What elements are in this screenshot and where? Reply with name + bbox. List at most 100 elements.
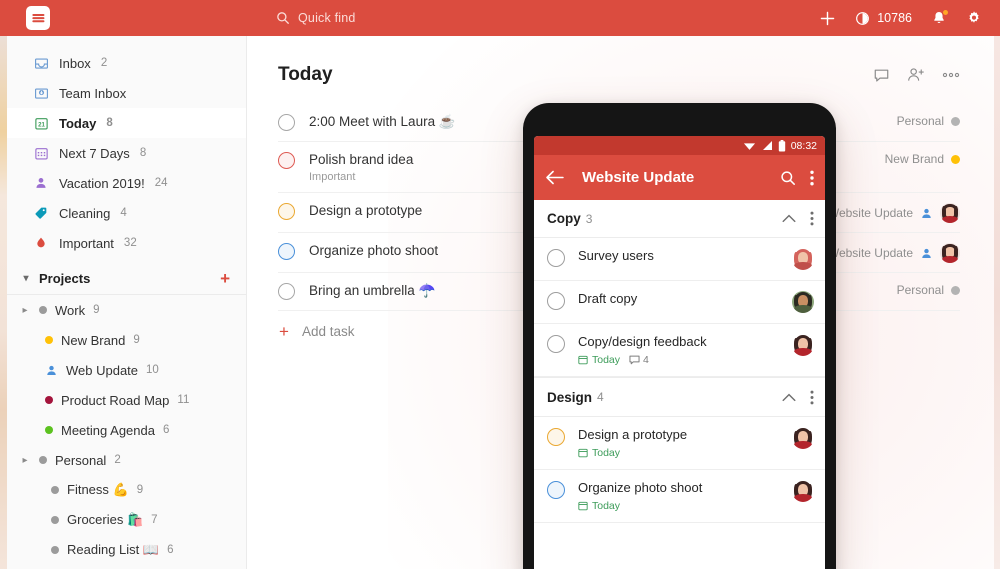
task-checkbox[interactable]: [547, 249, 565, 267]
chevron-down-icon[interactable]: ▾: [19, 273, 33, 284]
sidebar-item-inbox[interactable]: Inbox 2: [7, 48, 246, 78]
section-count: 4: [597, 390, 604, 404]
wifi-icon: [743, 140, 756, 151]
list-item[interactable]: Copy/design feedback Today 4: [534, 324, 825, 377]
project-label: New Brand: [61, 332, 126, 348]
todoist-logo-icon[interactable]: [26, 6, 50, 30]
sidebar-item-next-7-days[interactable]: Next 7 Days 8: [7, 138, 246, 168]
task-checkbox[interactable]: [547, 292, 565, 310]
phone-section-header-copy[interactable]: Copy 3: [534, 200, 825, 238]
search-icon: [276, 11, 290, 25]
project-label: Personal: [55, 452, 107, 468]
project-label: Web Update: [66, 362, 139, 378]
bell-icon[interactable]: [931, 9, 949, 26]
task-checkbox[interactable]: [547, 481, 565, 499]
karma-points: 10786: [877, 11, 912, 25]
task-checkbox[interactable]: [547, 428, 565, 446]
task-checkbox[interactable]: [278, 152, 295, 169]
sidebar-project-meeting-agenda[interactable]: Meeting Agenda 6: [7, 415, 246, 445]
avatar[interactable]: [792, 291, 814, 313]
avatar[interactable]: [940, 203, 960, 223]
top-bar: Quick find 10786: [0, 0, 1000, 36]
project-label: Product Road Map: [61, 392, 170, 408]
avatar[interactable]: [792, 427, 814, 449]
sidebar-item-team-inbox[interactable]: Team Inbox: [7, 78, 246, 108]
project-color-dot: [51, 546, 59, 554]
list-item[interactable]: Design a prototype Today: [534, 417, 825, 470]
list-item[interactable]: Organize photo shoot Today: [534, 470, 825, 523]
avatar[interactable]: [792, 248, 814, 270]
chevron-right-icon[interactable]: ▸: [19, 455, 31, 466]
task-checkbox[interactable]: [278, 203, 295, 220]
add-project-button[interactable]: +: [220, 270, 230, 287]
back-arrow-icon[interactable]: [545, 170, 564, 185]
comment-icon[interactable]: [873, 67, 890, 84]
overflow-menu-icon[interactable]: [810, 211, 814, 226]
notification-badge: [942, 9, 949, 16]
project-color-dot: [45, 396, 53, 404]
sidebar-item-important[interactable]: Important 32: [7, 228, 246, 258]
avatar[interactable]: [792, 334, 814, 356]
sidebar-project-work[interactable]: ▸ Work 9: [7, 295, 246, 325]
sidebar-project-new-brand[interactable]: New Brand 9: [7, 325, 246, 355]
sidebar-project-reading-list[interactable]: Reading List 📖 6: [7, 535, 246, 565]
plus-icon[interactable]: [819, 10, 836, 27]
projects-label: Projects: [39, 271, 91, 286]
sidebar-project-personal[interactable]: ▸ Personal 2: [7, 445, 246, 475]
sidebar-item-count: 24: [154, 177, 168, 189]
task-checkbox[interactable]: [278, 283, 295, 300]
overflow-menu-icon[interactable]: [810, 170, 814, 186]
sidebar-item-today[interactable]: 21 Today 8: [7, 108, 246, 138]
project-count: 9: [136, 484, 144, 496]
karma-counter[interactable]: 10786: [855, 11, 912, 26]
project-color-dot: [45, 426, 53, 434]
add-person-icon[interactable]: [907, 66, 925, 84]
task-project-label[interactable]: Personal: [897, 283, 944, 297]
task-checkbox[interactable]: [278, 243, 295, 260]
search-icon[interactable]: [780, 170, 796, 186]
task-checkbox[interactable]: [547, 335, 565, 353]
avatar[interactable]: [940, 243, 960, 263]
list-item[interactable]: Draft copy: [534, 281, 825, 324]
more-options-icon[interactable]: [942, 72, 960, 78]
section-count: 3: [585, 211, 593, 226]
avatar[interactable]: [792, 480, 814, 502]
projects-section-header[interactable]: ▾ Projects +: [7, 263, 246, 295]
task-meta: Personal: [897, 113, 960, 128]
sidebar-item-vacation[interactable]: Vacation 2019! 24: [7, 168, 246, 198]
list-item[interactable]: Survey users: [534, 238, 825, 281]
page-left-edge-decoration: [0, 36, 7, 569]
plus-icon: +: [279, 322, 289, 341]
sidebar-project-groceries[interactable]: Groceries 🛍️ 7: [7, 505, 246, 535]
project-label: Work: [55, 302, 86, 318]
task-comment-count: 4: [629, 354, 649, 366]
task-project-label[interactable]: Website Update: [828, 246, 913, 260]
phone-app-bar: Website Update: [534, 155, 825, 200]
sidebar-item-cleaning[interactable]: Cleaning 4: [7, 198, 246, 228]
project-count: 9: [133, 334, 140, 346]
project-label: Fitness 💪: [67, 482, 129, 497]
sidebar-item-count: 8: [139, 147, 147, 159]
quick-find-search[interactable]: Quick find: [276, 0, 356, 36]
overflow-menu-icon[interactable]: [810, 390, 814, 405]
project-count: 2: [114, 454, 121, 466]
gear-icon[interactable]: [966, 10, 982, 26]
task-project-label[interactable]: New Brand: [885, 152, 944, 166]
phone-section-header-design[interactable]: Design 4: [534, 377, 825, 417]
task-project-label[interactable]: Website Update: [828, 206, 913, 220]
section-name: Design: [547, 389, 593, 405]
chevron-up-icon[interactable]: [782, 393, 796, 402]
chevron-right-icon[interactable]: ▸: [19, 305, 31, 316]
project-color-dot: [951, 116, 960, 126]
project-count: 7: [151, 514, 158, 526]
sidebar-project-fitness[interactable]: Fitness 💪 9: [7, 475, 246, 505]
chevron-up-icon[interactable]: [782, 214, 796, 223]
comment-count-label: 4: [643, 354, 649, 366]
sidebar-project-web-update[interactable]: Web Update 10: [7, 355, 246, 385]
sidebar: Inbox 2 Team Inbox 21 Today 8 Next 7 Day…: [7, 36, 247, 569]
task-project-label[interactable]: Personal: [897, 114, 944, 128]
sidebar-project-product-road-map[interactable]: Product Road Map 11: [7, 385, 246, 415]
task-checkbox[interactable]: [278, 114, 295, 131]
due-date-label: Today: [592, 354, 621, 366]
task-meta: New Brand: [885, 151, 960, 166]
